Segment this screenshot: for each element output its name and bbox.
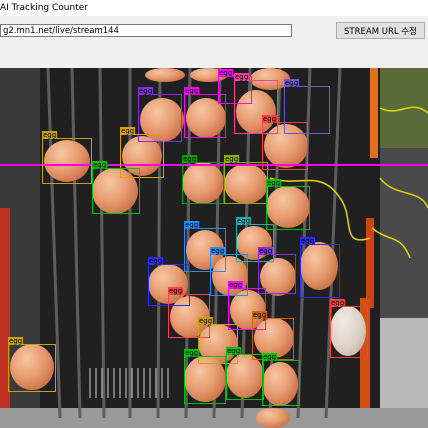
detection-label: egg	[234, 73, 250, 81]
detection-label: egg	[120, 127, 136, 135]
detection-box: egg	[8, 337, 56, 392]
detection-label: egg	[224, 155, 240, 163]
detection-label: egg	[258, 247, 274, 255]
detection-label: egg	[198, 317, 214, 325]
detection-label: egg	[284, 79, 300, 87]
detection-box: egg	[262, 115, 308, 170]
detection-box: egg	[226, 347, 264, 400]
detection-label: egg	[8, 337, 24, 345]
detection-label: egg	[236, 217, 252, 225]
window-title: AI Tracking Counter	[0, 3, 88, 13]
edit-stream-url-button[interactable]: STREAM URL 수정	[336, 22, 425, 39]
detection-box: egg	[262, 353, 300, 406]
detection-box: egg	[92, 161, 140, 214]
detection-label: egg	[218, 69, 234, 77]
detection-label: egg	[228, 281, 244, 289]
detection-label: egg	[42, 131, 58, 139]
detection-label: egg	[138, 87, 154, 95]
video-feed: egg egg egg egg egg egg egg egg egg egg …	[0, 68, 428, 428]
detection-label: egg	[92, 161, 108, 169]
detection-label: egg	[300, 237, 316, 245]
detection-box: egg	[224, 155, 268, 204]
detection-label: egg	[184, 349, 200, 357]
detection-label: egg	[262, 115, 278, 123]
detection-label: egg	[226, 347, 242, 355]
detection-label: egg	[330, 299, 346, 307]
detection-box: egg	[330, 299, 368, 358]
egg-image	[256, 408, 290, 428]
window-titlebar: AI Tracking Counter	[0, 0, 428, 16]
egg-image	[145, 68, 185, 82]
detection-box: egg	[42, 131, 92, 184]
detection-label: egg	[266, 179, 282, 187]
detection-label: egg	[182, 155, 198, 163]
detection-label: egg	[168, 287, 184, 295]
detection-label: egg	[262, 353, 278, 361]
detection-label: egg	[210, 247, 226, 255]
detection-label: egg	[184, 87, 200, 95]
detection-label: egg	[184, 221, 200, 229]
detection-label: egg	[252, 311, 268, 319]
detection-label: egg	[148, 257, 164, 265]
detection-box: egg	[182, 155, 224, 204]
detection-box: egg	[184, 349, 226, 404]
stream-url-input[interactable]	[0, 24, 292, 37]
detection-box: egg	[300, 237, 340, 298]
